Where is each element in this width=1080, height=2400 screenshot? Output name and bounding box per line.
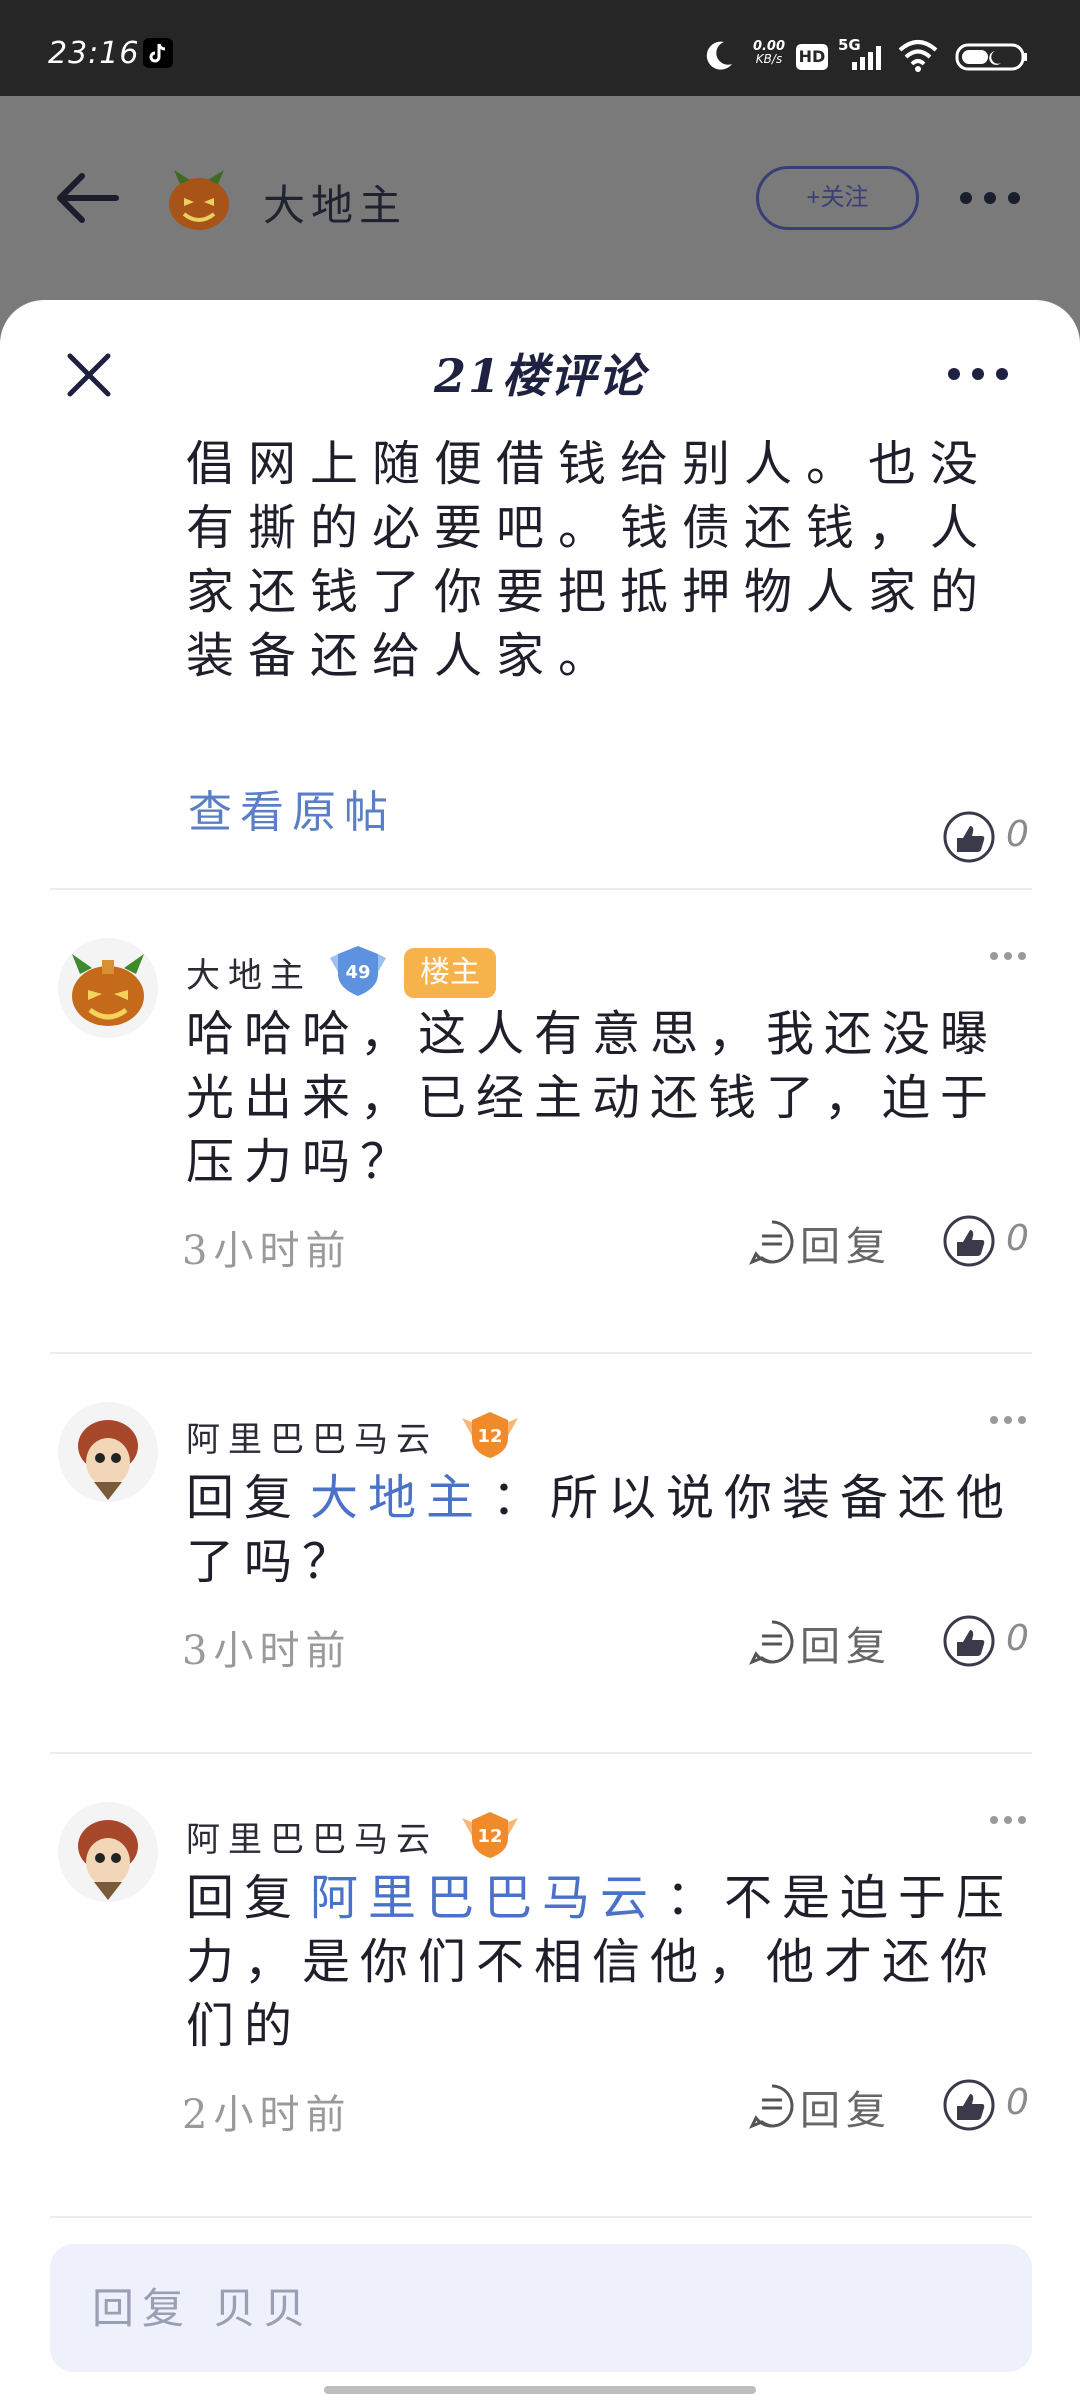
comment-text: 回复 阿里巴巴马云 ：不是迫于压力，是你们不相信他，他才还你们的 xyxy=(186,1866,1026,2058)
comment-more-icon[interactable] xyxy=(988,950,1028,962)
like-count: 0 xyxy=(1006,1218,1029,1259)
reply-label[interactable]: 回复 xyxy=(800,2078,892,2136)
reply-icon[interactable] xyxy=(748,1218,796,1266)
status-bar: 23:16 0.00 KB/s HD 5G xyxy=(0,0,1080,96)
header-user-name[interactable]: 大地主 xyxy=(263,172,407,233)
reply-icon[interactable] xyxy=(748,2082,796,2130)
level-badge-icon: 49 xyxy=(330,946,386,996)
net-speed: 0.00 KB/s xyxy=(752,39,786,66)
like-count: 0 xyxy=(1006,2082,1029,2123)
level-number: 12 xyxy=(477,1426,502,1447)
comment-time: 3小时前 xyxy=(182,1628,352,1674)
reply-input[interactable] xyxy=(50,2244,1032,2372)
status-time: 23:16 xyxy=(48,36,140,71)
commenter-avatar[interactable] xyxy=(58,1802,158,1902)
thumbs-up-icon[interactable] xyxy=(942,810,996,864)
signal-5g-icon: 5G xyxy=(838,36,881,70)
like-count: 0 xyxy=(1006,1618,1029,1659)
thumbs-up-icon[interactable] xyxy=(942,1614,996,1668)
level-badge-icon: 12 xyxy=(462,1412,518,1458)
reply-target-link[interactable]: 大地主 xyxy=(310,1470,484,1526)
floor-original-text: 应该把装备还给他。不过不提倡网上随便借钱给别人。也没有撕的必要吧。钱债还钱，人家… xyxy=(186,440,993,684)
header-avatar[interactable] xyxy=(164,166,234,232)
home-indicator[interactable] xyxy=(324,2386,756,2394)
commenter-name[interactable]: 阿里巴巴马云 xyxy=(186,1812,438,1861)
comment-more-icon[interactable] xyxy=(988,1814,1028,1826)
level-number: 12 xyxy=(477,1826,502,1847)
owner-badge: 楼主 xyxy=(404,948,496,998)
comment-item: 阿里巴巴马云 12 回复 大地主 ：所以说你装备还他了吗？ 3小时前 回复 0 xyxy=(0,1352,1080,1752)
comment-sheet: 21楼评论 应该把装备还给他。不过不提倡网上随便借钱给别人。也没有撕的必要吧。钱… xyxy=(0,300,1080,2400)
commenter-avatar[interactable] xyxy=(58,1402,158,1502)
reply-label[interactable]: 回复 xyxy=(800,1214,892,1272)
level-number: 49 xyxy=(345,962,370,983)
follow-button[interactable]: +关注 xyxy=(756,166,919,230)
thumbs-up-icon[interactable] xyxy=(942,2078,996,2132)
comment-item: 阿里巴巴马云 12 回复 阿里巴巴马云 ：不是迫于压力，是你们不相信他，他才还你们的… xyxy=(0,1752,1080,2216)
reply-prefix: 回复 xyxy=(186,1870,303,1926)
reply-button[interactable]: 回复 xyxy=(748,2078,898,2134)
comment-item: 大地主 49 楼主 哈哈哈，这人有意思，我还没曝光出来，已经主动还钱了，迫于压力… xyxy=(0,888,1080,1352)
comment-text: 回复 大地主 ：所以说你装备还他了吗？ xyxy=(186,1466,1026,1594)
divider xyxy=(50,2216,1032,2218)
thumbs-up-icon[interactable] xyxy=(942,1214,996,1268)
wifi-icon xyxy=(898,40,938,72)
comment-list[interactable]: 应该把装备还给他。不过不提倡网上随便借钱给别人。也没有撕的必要吧。钱债还钱，人家… xyxy=(0,440,1080,2220)
tiktok-icon xyxy=(143,38,173,68)
reply-target-link[interactable]: 阿里巴巴马云 xyxy=(310,1870,658,1926)
comment-text: 哈哈哈，这人有意思，我还没曝光出来，已经主动还钱了，迫于压力吗？ xyxy=(186,1002,1026,1194)
view-original-link[interactable]: 查看原帖 xyxy=(188,776,396,840)
reply-button[interactable]: 回复 xyxy=(748,1614,898,1670)
hd-icon: HD xyxy=(796,44,828,70)
sheet-more-icon[interactable] xyxy=(946,366,1010,382)
like-count: 0 xyxy=(1006,814,1029,855)
commenter-avatar[interactable] xyxy=(58,938,158,1038)
comment-time: 3小时前 xyxy=(182,1228,352,1274)
commenter-name[interactable]: 大地主 xyxy=(186,948,312,997)
commenter-name[interactable]: 阿里巴巴马云 xyxy=(186,1412,438,1461)
reply-button[interactable]: 回复 xyxy=(748,1214,898,1270)
svg-text:5G: 5G xyxy=(838,36,861,54)
back-arrow-icon[interactable] xyxy=(52,168,122,228)
battery-icon xyxy=(955,43,1027,71)
reply-prefix: 回复 xyxy=(186,1470,303,1526)
comment-text-content: 哈哈哈，这人有意思，我还没曝光出来，已经主动还钱了，迫于压力吗？ xyxy=(186,1006,999,1190)
comment-time: 2小时前 xyxy=(182,2092,352,2138)
moon-icon xyxy=(706,41,732,70)
comment-more-icon[interactable] xyxy=(988,1414,1028,1426)
more-options-icon[interactable] xyxy=(958,190,1022,206)
level-badge-icon: 12 xyxy=(462,1812,518,1858)
reply-label[interactable]: 回复 xyxy=(800,1614,892,1672)
sheet-title: 21楼评论 xyxy=(433,349,646,403)
reply-icon[interactable] xyxy=(748,1618,796,1666)
